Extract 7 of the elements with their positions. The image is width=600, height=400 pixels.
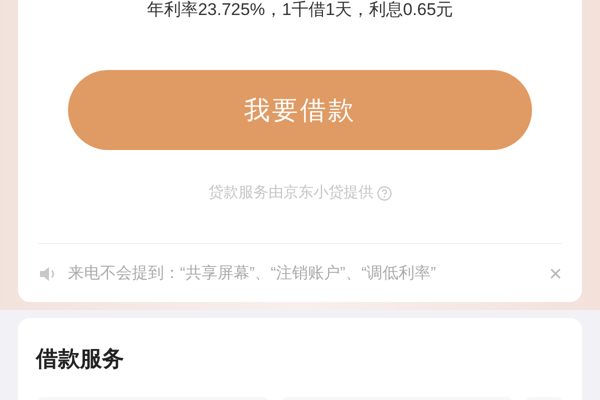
close-button[interactable]: × [549,262,562,284]
help-icon[interactable] [376,186,392,201]
borrow-button[interactable]: 我要借款 [68,70,532,150]
notice-text: 来电不会提到：“共享屏幕”、“注销账户”、“调低利率” [68,264,436,284]
section-title: 借款服务 [36,345,125,373]
provider-text: 贷款服务由京东小贷提供 [208,183,374,203]
rate-text: 年利率23.725%，1千借1天，利息0.65元 [146,0,454,21]
